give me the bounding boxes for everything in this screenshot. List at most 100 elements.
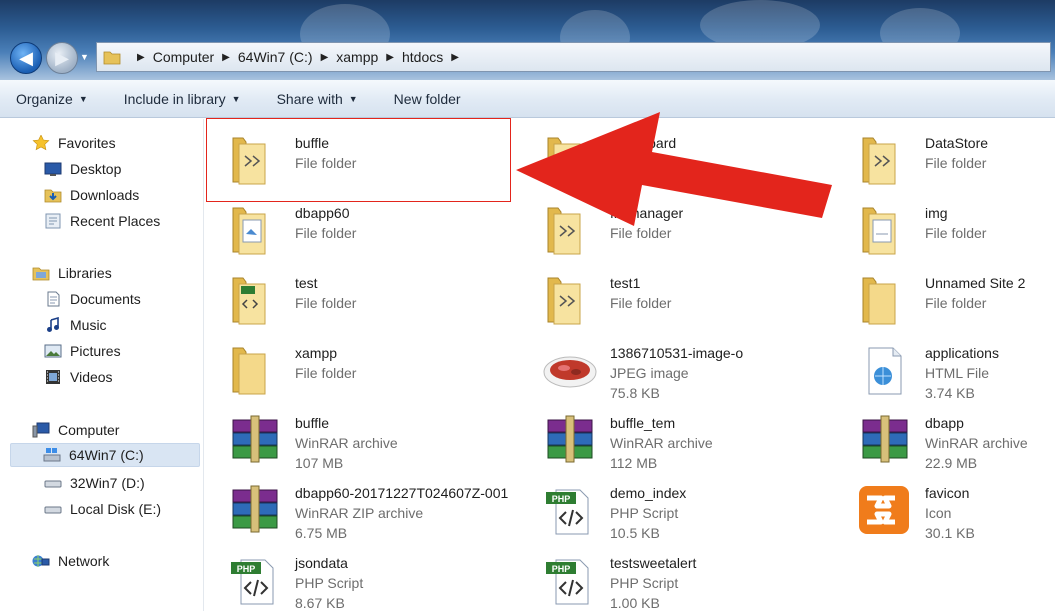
- network-icon: [32, 555, 50, 567]
- file-type: PHP Script: [610, 575, 679, 591]
- sidebar-item-label: Libraries: [58, 265, 112, 281]
- file-name: demo_index: [610, 485, 687, 501]
- sidebar-item-downloads[interactable]: Downloads: [44, 183, 139, 207]
- file-item[interactable]: DataStore File folder: [835, 129, 1055, 191]
- sidebar-item-documents[interactable]: Documents: [44, 287, 141, 311]
- file-name: 1386710531-image-o: [610, 345, 744, 361]
- sidebar-item-drive-c[interactable]: 64Win7 (C:): [10, 443, 200, 467]
- file-item[interactable]: test1 File folder: [520, 269, 820, 331]
- file-item[interactable]: PHP testsweetalert PHP Script 1.00 KB: [520, 549, 820, 611]
- desktop-icon: [44, 162, 62, 176]
- winrar-zip-archive-icon: [232, 485, 278, 533]
- sidebar-item-recent-places[interactable]: Recent Places: [44, 209, 160, 233]
- include-in-library-label: Include in library: [123, 90, 226, 107]
- file-type: File folder: [295, 155, 357, 171]
- file-item[interactable]: 1386710531-image-o JPEG image 75.8 KB: [520, 339, 820, 401]
- file-size: 1.00 KB: [610, 595, 660, 611]
- documents-icon: [47, 291, 60, 307]
- navigation-pane: Favorites Desktop Downloads Recent Place…: [0, 119, 204, 611]
- file-item[interactable]: buffle WinRAR archive 107 MB: [205, 409, 505, 471]
- computer-icon: [32, 422, 50, 438]
- file-item[interactable]: PHP demo_index PHP Script 10.5 KB: [520, 479, 820, 541]
- file-name: buffle_tem: [610, 415, 676, 431]
- sidebar-item-drive-e[interactable]: Local Disk (E:): [44, 497, 161, 521]
- back-button[interactable]: ◀: [10, 42, 42, 74]
- file-type: HTML File: [925, 365, 990, 381]
- breadcrumb-xampp[interactable]: xampp: [336, 49, 378, 65]
- sidebar-item-videos[interactable]: Videos: [44, 365, 113, 389]
- chevron-down-icon: ▼: [78, 93, 88, 104]
- drive-icon: [44, 506, 62, 514]
- file-item[interactable]: filemanager File folder: [520, 199, 820, 261]
- sidebar-item-drive-d[interactable]: 32Win7 (D:): [44, 471, 145, 495]
- file-size: 3.74 KB: [925, 385, 975, 401]
- sidebar-item-music[interactable]: Music: [44, 313, 107, 337]
- new-folder-button[interactable]: New folder: [394, 91, 461, 107]
- sidebar-item-favorites[interactable]: Favorites: [32, 131, 116, 155]
- sidebar-item-desktop[interactable]: Desktop: [44, 157, 121, 181]
- file-size: 75.8 KB: [610, 385, 660, 401]
- file-item[interactable]: Unnamed Site 2 File folder: [835, 269, 1055, 331]
- file-type: File folder: [925, 225, 987, 241]
- sidebar-item-network[interactable]: Network: [32, 549, 109, 573]
- breadcrumb-separator-icon[interactable]: ▶: [386, 52, 394, 63]
- file-item[interactable]: dbapp WinRAR archive 22.9 MB: [835, 409, 1055, 471]
- file-name: filemanager: [610, 205, 684, 221]
- breadcrumb-computer[interactable]: Computer: [153, 49, 214, 65]
- folder-icon: [232, 137, 266, 185]
- recent-pages-dropdown[interactable]: ▼: [80, 52, 92, 64]
- file-item[interactable]: buffle File folder: [205, 129, 505, 191]
- file-item[interactable]: dbapp60 File folder: [205, 199, 505, 261]
- file-name: test: [295, 275, 318, 291]
- file-item[interactable]: codeboard File folder: [520, 129, 820, 191]
- php-badge-text: PHP: [552, 564, 571, 574]
- breadcrumb-htdocs[interactable]: htdocs: [402, 49, 443, 65]
- file-name: favicon: [925, 485, 970, 501]
- folder-empty-icon: [232, 347, 266, 395]
- file-type: File folder: [610, 155, 672, 171]
- recent-places-icon: [45, 213, 61, 229]
- window-title-bar: ◀ ▶ ▼ ▶ Computer ▶ 64Win7 (C:) ▶ xampp ▶…: [0, 0, 1055, 80]
- file-name: img: [925, 205, 948, 221]
- file-item[interactable]: img File folder: [835, 199, 1055, 261]
- sidebar-item-computer[interactable]: Computer: [32, 418, 119, 442]
- sidebar-item-label: Pictures: [70, 343, 121, 359]
- file-name: codeboard: [610, 135, 677, 151]
- file-item[interactable]: buffle_tem WinRAR archive 112 MB: [520, 409, 820, 471]
- address-bar[interactable]: ▶ Computer ▶ 64Win7 (C:) ▶ xampp ▶ htdoc…: [96, 42, 1051, 72]
- file-item[interactable]: dbapp60-20171227T024607Z-001 WinRAR ZIP …: [205, 479, 508, 541]
- downloads-icon: [44, 189, 62, 203]
- file-type: File folder: [610, 225, 672, 241]
- arrow-left-icon: ◀: [19, 47, 33, 68]
- breadcrumb-separator-icon[interactable]: ▶: [321, 52, 329, 63]
- pictures-icon: [44, 344, 62, 358]
- file-item[interactable]: test File folder: [205, 269, 505, 331]
- breadcrumb-separator-icon[interactable]: ▶: [451, 52, 459, 63]
- music-icon: [47, 317, 59, 332]
- file-item[interactable]: applications HTML File 3.74 KB: [835, 339, 1055, 401]
- file-name: applications: [925, 345, 999, 361]
- xampp-favicon-icon: [859, 486, 909, 534]
- libraries-icon: [32, 267, 50, 281]
- file-type: File folder: [610, 295, 672, 311]
- file-item[interactable]: favicon Icon 30.1 KB: [835, 479, 1055, 541]
- share-with-menu[interactable]: Share with ▼: [277, 91, 358, 107]
- winrar-archive-icon: [232, 415, 278, 463]
- file-item[interactable]: PHP jsondata PHP Script 8.67 KB: [205, 549, 505, 611]
- organize-menu[interactable]: Organize ▼: [16, 91, 88, 107]
- breadcrumb-separator-icon[interactable]: ▶: [222, 52, 230, 63]
- folder-document-icon: [232, 207, 266, 255]
- file-item[interactable]: xampp File folder: [205, 339, 505, 401]
- share-with-label: Share with: [276, 90, 343, 107]
- sidebar-item-libraries[interactable]: Libraries: [32, 261, 112, 285]
- winrar-archive-icon: [862, 415, 908, 463]
- file-type: JPEG image: [610, 365, 689, 381]
- chevron-down-icon: ▼: [80, 52, 89, 62]
- forward-button[interactable]: ▶: [46, 42, 78, 74]
- php-script-icon: PHP: [546, 489, 589, 535]
- sidebar-item-pictures[interactable]: Pictures: [44, 339, 121, 363]
- breadcrumb-drive-c[interactable]: 64Win7 (C:): [238, 49, 313, 65]
- file-size: 8.67 KB: [295, 595, 345, 611]
- include-in-library-menu[interactable]: Include in library ▼: [124, 91, 241, 107]
- file-size: 10.5 KB: [610, 525, 660, 541]
